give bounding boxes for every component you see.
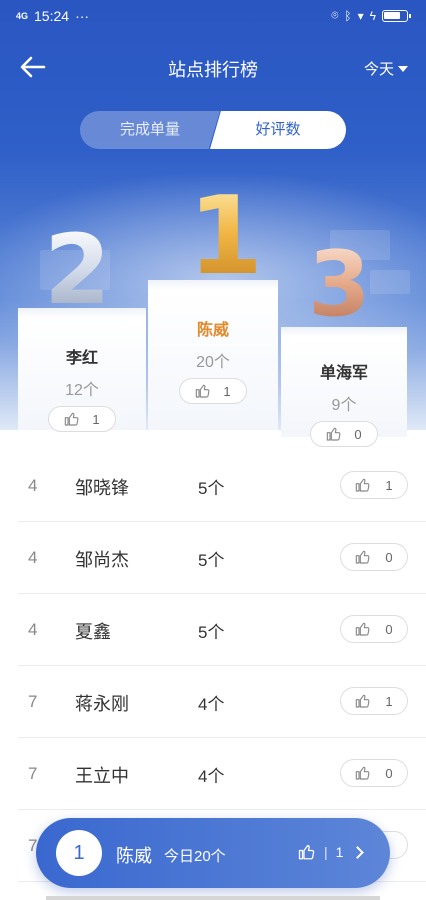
rank-3-numeral: 3: [308, 232, 371, 337]
podium-third-count: 9个: [331, 397, 357, 414]
status-time: 15:24: [34, 8, 70, 24]
like-count: 1: [223, 383, 231, 399]
charging-icon: ϟ: [369, 8, 376, 23]
thumbs-up-icon: [64, 411, 80, 427]
ranking-type-tabs: 完成单量 好评数: [80, 111, 346, 149]
like-button[interactable]: 0: [340, 543, 408, 571]
rank-number: 7: [28, 764, 38, 783]
like-button[interactable]: 0: [340, 615, 408, 643]
caret-down-icon: [398, 65, 408, 72]
thumbs-up-icon: [298, 843, 316, 861]
like-count: 1: [385, 477, 393, 493]
rank-number: 7: [28, 692, 38, 711]
thumbs-up-icon: [355, 621, 371, 637]
courier-name: 蒋永刚: [75, 694, 129, 714]
rank-1-numeral: 1: [188, 174, 264, 299]
list-item[interactable]: 7 蒋永刚 4个 1: [18, 666, 426, 738]
podium-second[interactable]: 李红 12个 1: [18, 308, 146, 432]
order-count: 5个: [198, 551, 225, 570]
location-icon: ⌾: [331, 8, 339, 22]
rank-2-numeral: 2: [44, 214, 111, 326]
like-count: 0: [354, 426, 362, 442]
bottom-edge: [46, 896, 380, 900]
my-name: 陈威: [116, 846, 152, 866]
rank-number: 4: [28, 620, 38, 639]
date-filter-dropdown[interactable]: 今天: [364, 58, 408, 79]
like-button[interactable]: 1: [340, 471, 408, 499]
like-count: 0: [385, 549, 393, 565]
list-item[interactable]: 4 邹尚杰 5个 0: [18, 522, 426, 594]
network-indicator: 4G: [16, 11, 29, 21]
deco-panel: [370, 270, 410, 294]
podium-first[interactable]: 陈威 20个 1: [148, 280, 278, 430]
order-count: 4个: [198, 695, 225, 714]
thumbs-up-icon: [195, 383, 211, 399]
my-like-count: 1: [335, 844, 344, 860]
podium-first-name: 陈威: [196, 322, 229, 339]
tab-completed-orders[interactable]: 完成单量: [80, 111, 220, 149]
podium-second-name: 李红: [65, 350, 98, 367]
thumbs-up-icon: [355, 693, 371, 709]
my-today-count: 今日20个: [164, 848, 226, 865]
rank-number: 4: [28, 548, 38, 567]
separator: |: [324, 844, 328, 860]
list-item[interactable]: 4 夏鑫 5个 0: [18, 594, 426, 666]
thumbs-up-icon: [326, 426, 342, 442]
list-item[interactable]: 4 邹晓锋 5个 1: [18, 450, 426, 522]
podium-third[interactable]: 单海军 9个 0: [281, 327, 407, 447]
signal-icon: ▾: [357, 8, 364, 23]
thumbs-up-icon: [355, 477, 371, 493]
list-item[interactable]: 7 王立中 4个 0: [18, 738, 426, 810]
like-button[interactable]: 1: [340, 687, 408, 715]
my-rank-number: 1: [56, 830, 102, 876]
order-count: 5个: [198, 623, 225, 642]
status-more: ···: [75, 8, 90, 24]
page-title: 站点排行榜: [168, 60, 258, 80]
thumbs-up-icon: [355, 765, 371, 781]
my-rank-bar[interactable]: 1 陈威 今日20个 | 1: [36, 818, 390, 888]
date-filter-label: 今天: [363, 61, 394, 78]
like-button[interactable]: 0: [340, 759, 408, 787]
thumbs-up-icon: [355, 549, 371, 565]
battery-icon: [382, 9, 411, 22]
like-count: 0: [385, 621, 393, 637]
bluetooth-icon: ᛒ: [344, 8, 352, 23]
podium-second-count: 12个: [65, 382, 99, 399]
order-count: 4个: [198, 767, 225, 786]
like-button[interactable]: 0: [310, 421, 378, 447]
like-button[interactable]: 1: [179, 378, 247, 404]
courier-name: 王立中: [75, 766, 129, 786]
tab-positive-reviews[interactable]: 好评数: [210, 111, 346, 149]
podium-first-count: 20个: [196, 354, 230, 371]
like-button[interactable]: 1: [48, 406, 116, 432]
chevron-right-icon: [351, 845, 365, 859]
like-count: 1: [92, 411, 100, 427]
order-count: 5个: [198, 479, 225, 498]
like-count: 0: [385, 765, 393, 781]
status-bar: 4G 15:24 ··· ⌾ ᛒ ▾ ϟ: [0, 0, 426, 34]
courier-name: 邹晓锋: [75, 478, 129, 498]
rank-number: 4: [28, 476, 38, 495]
my-likes: | 1: [298, 843, 365, 861]
courier-name: 邹尚杰: [75, 550, 129, 570]
podium-third-name: 单海军: [319, 365, 368, 382]
courier-name: 夏鑫: [75, 622, 111, 642]
nav-bar: 站点排行榜 今天: [0, 40, 426, 92]
like-count: 1: [385, 693, 393, 709]
